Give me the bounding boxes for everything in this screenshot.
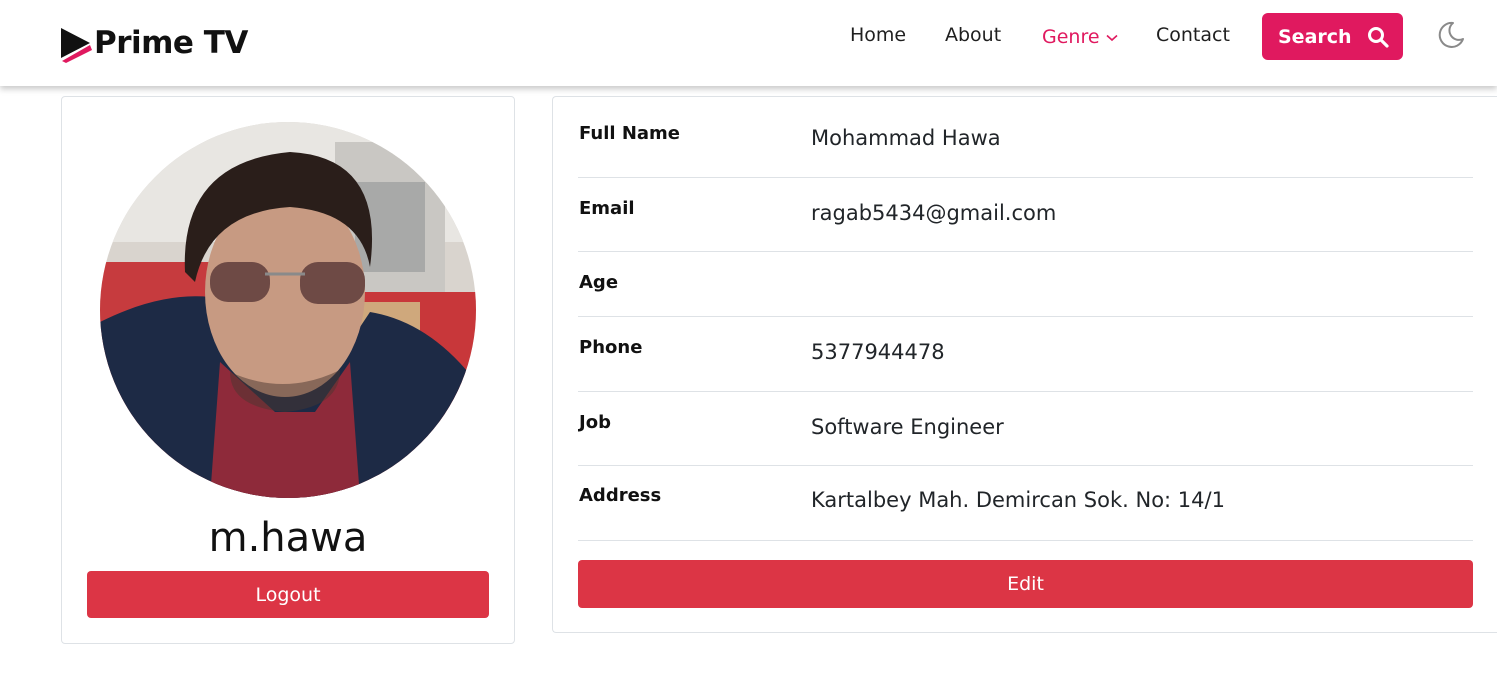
detail-label: Email: [579, 198, 635, 219]
brand[interactable]: Prime TV: [58, 22, 248, 64]
edit-button[interactable]: Edit: [578, 560, 1473, 608]
detail-value: Kartalbey Mah. Demircan Sok. No: 14/1: [811, 488, 1225, 512]
detail-row-address: Address Kartalbey Mah. Demircan Sok. No:…: [578, 466, 1473, 541]
search-icon: [1368, 27, 1389, 48]
detail-row-email: Email ragab5434@gmail.com: [578, 178, 1473, 252]
avatar-photo: [100, 122, 476, 498]
avatar: [100, 122, 476, 498]
moon-icon[interactable]: [1436, 20, 1466, 50]
detail-value: ragab5434@gmail.com: [811, 201, 1057, 225]
detail-row-phone: Phone 5377944478: [578, 317, 1473, 392]
detail-row-full-name: Full Name Mohammad Hawa: [578, 97, 1473, 178]
detail-row-job: Job Software Engineer: [578, 392, 1473, 466]
detail-value: Mohammad Hawa: [811, 126, 1001, 150]
nav-contact-link[interactable]: Contact: [1156, 24, 1230, 50]
search-button[interactable]: Search: [1262, 13, 1403, 60]
profile-details-card: Full Name Mohammad Hawa Email ragab5434@…: [552, 96, 1497, 633]
detail-label: Job: [579, 412, 611, 433]
detail-label: Phone: [579, 337, 643, 358]
detail-value: 5377944478: [811, 340, 945, 364]
nav-home-link[interactable]: Home: [850, 24, 906, 50]
search-button-label: Search: [1278, 25, 1352, 48]
detail-row-age: Age: [578, 252, 1473, 317]
nav-genre-dropdown[interactable]: Genre: [1042, 24, 1118, 50]
play-logo-icon: [61, 28, 92, 63]
detail-label: Age: [579, 272, 619, 293]
nav-genre-label: Genre: [1042, 26, 1100, 48]
logout-button[interactable]: Logout: [87, 571, 489, 618]
detail-value: Software Engineer: [811, 415, 1004, 439]
nav-about-link[interactable]: About: [945, 24, 1001, 50]
navbar: Prime TV Home About Genre Contact Search: [0, 0, 1497, 86]
username: m.hawa: [208, 515, 368, 561]
detail-label: Address: [579, 485, 662, 506]
chevron-down-icon: [1106, 34, 1118, 42]
profile-card: m.hawa Logout: [61, 96, 515, 644]
detail-label: Full Name: [579, 123, 680, 144]
brand-name: Prime TV: [94, 25, 248, 61]
